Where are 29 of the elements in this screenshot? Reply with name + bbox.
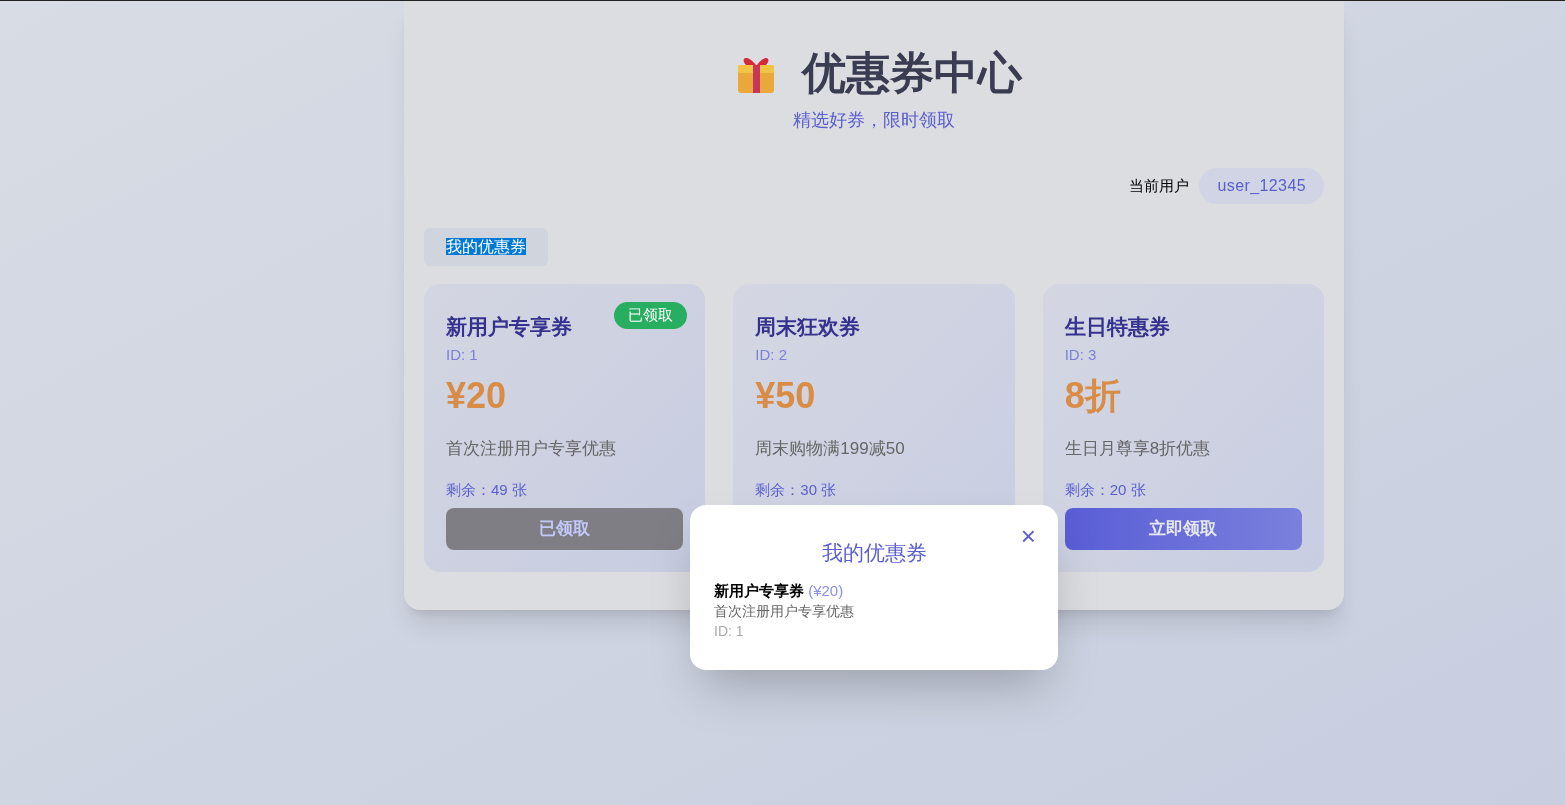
current-user-label: 当前用户 [1129,175,1190,196]
username-pill: user_12345 [1199,168,1324,204]
coupon-id: ID: 1 [714,621,744,641]
coupon-value: 8折 [1064,373,1121,418]
coupon-value: ¥20 [446,373,507,418]
modal-title: 我的优惠券 [820,540,928,566]
coupon-title: 新用户专享券 [446,314,572,340]
coupon-id: ID: 3 [1064,345,1097,366]
coupon-description: 首次注册用户专享优惠 [446,437,616,460]
my-coupons-button[interactable]: 我的优惠券 [424,228,548,266]
claim-button[interactable]: 已领取 [446,507,684,550]
page-subtitle: 精选好券，限时领取 [793,109,955,132]
coupon-title: 生日特惠券 [1064,314,1170,340]
coupon-description: 周末购物满199减50 [755,437,905,460]
close-button[interactable]: × [1020,523,1036,549]
remaining-count: 剩余：49 张 [446,480,527,501]
remaining-count: 剩余：30 张 [755,480,837,501]
claim-button[interactable]: 立即领取 [1064,507,1302,550]
coupon-amount: (¥20) [808,581,844,599]
claimed-badge: 已领取 [614,302,688,329]
remaining-count: 剩余：20 张 [1064,480,1146,501]
coupon-id: ID: 1 [446,345,478,366]
coupon-name: 新用户专享券 [714,581,804,599]
coupon-description: 生日月尊享8折优惠 [1064,437,1211,460]
coupon-description: 首次注册用户专享优惠 [714,601,854,621]
coupon-title: 周末狂欢券 [755,314,861,340]
coupon-value: ¥50 [755,373,816,418]
coupon-id: ID: 2 [755,345,787,366]
page-title: 优惠券中心 [802,51,1022,95]
